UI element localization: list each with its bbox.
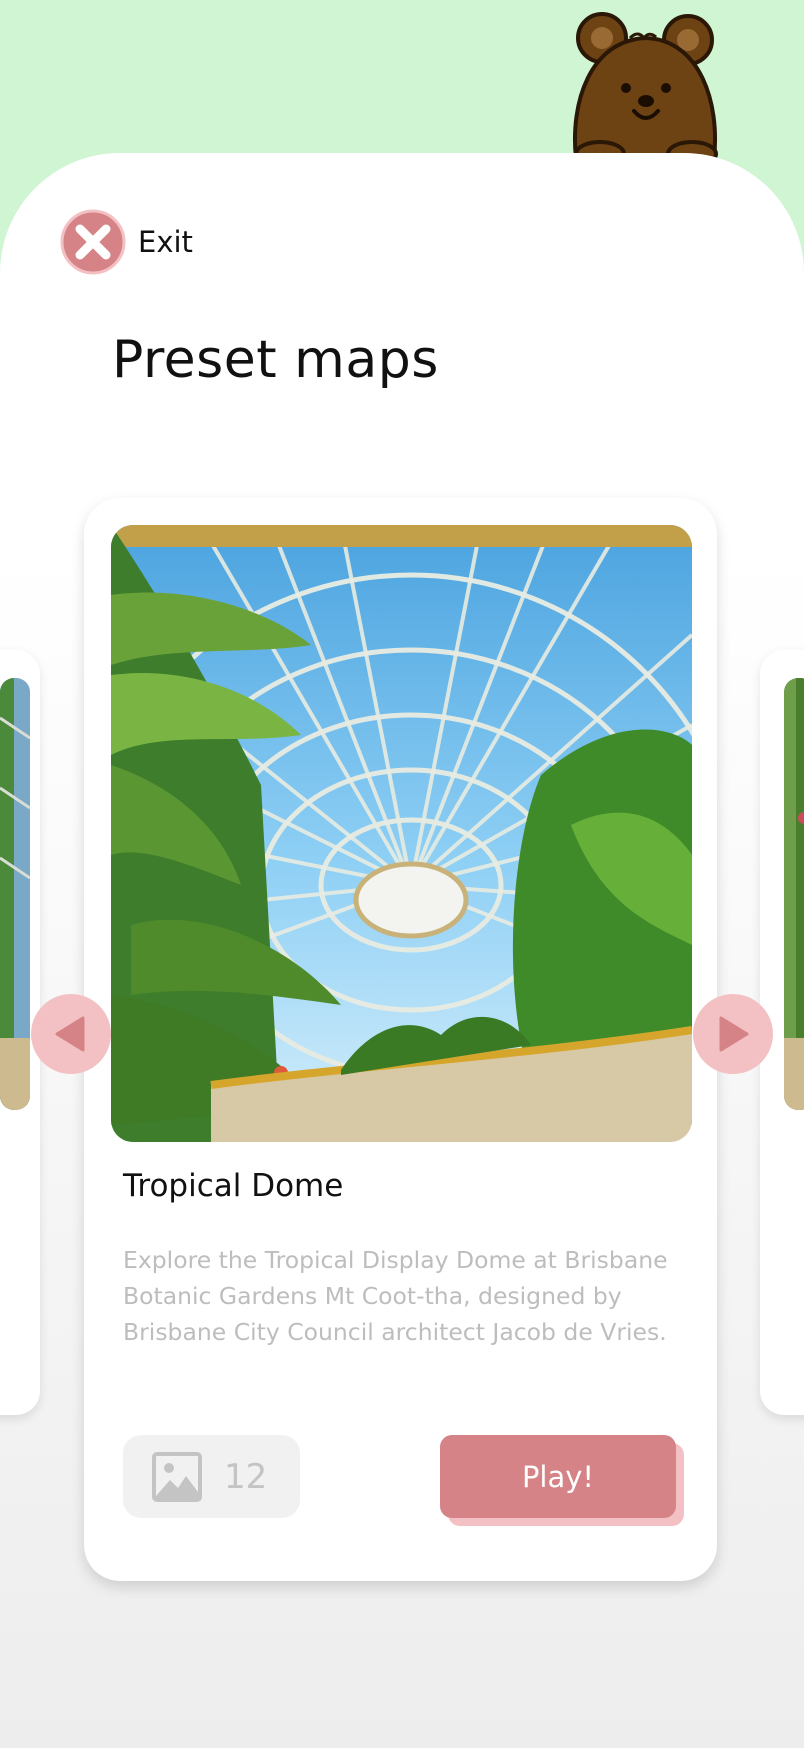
close-icon	[60, 209, 126, 275]
chevron-left-icon	[55, 1016, 85, 1052]
play-button[interactable]: Play!	[440, 1435, 676, 1518]
image-count-badge: 12	[123, 1435, 300, 1518]
exit-button[interactable]: Exit	[60, 209, 193, 275]
bear-mascot-icon	[573, 12, 718, 158]
next-map-button[interactable]	[693, 994, 773, 1074]
page-title: Preset maps	[112, 330, 439, 390]
previous-map-image	[0, 678, 30, 1110]
map-card: Tropical Dome Explore the Tropical Displ…	[84, 498, 717, 1581]
previous-map-button[interactable]	[31, 994, 111, 1074]
map-name: Tropical Dome	[123, 1168, 344, 1204]
chevron-right-icon	[719, 1016, 749, 1052]
image-count: 12	[224, 1456, 268, 1497]
next-map-image	[784, 678, 804, 1110]
exit-label: Exit	[138, 225, 193, 259]
map-description: Explore the Tropical Display Dome at Bri…	[123, 1246, 668, 1346]
image-icon	[152, 1451, 202, 1502]
map-preview-image	[111, 525, 692, 1142]
